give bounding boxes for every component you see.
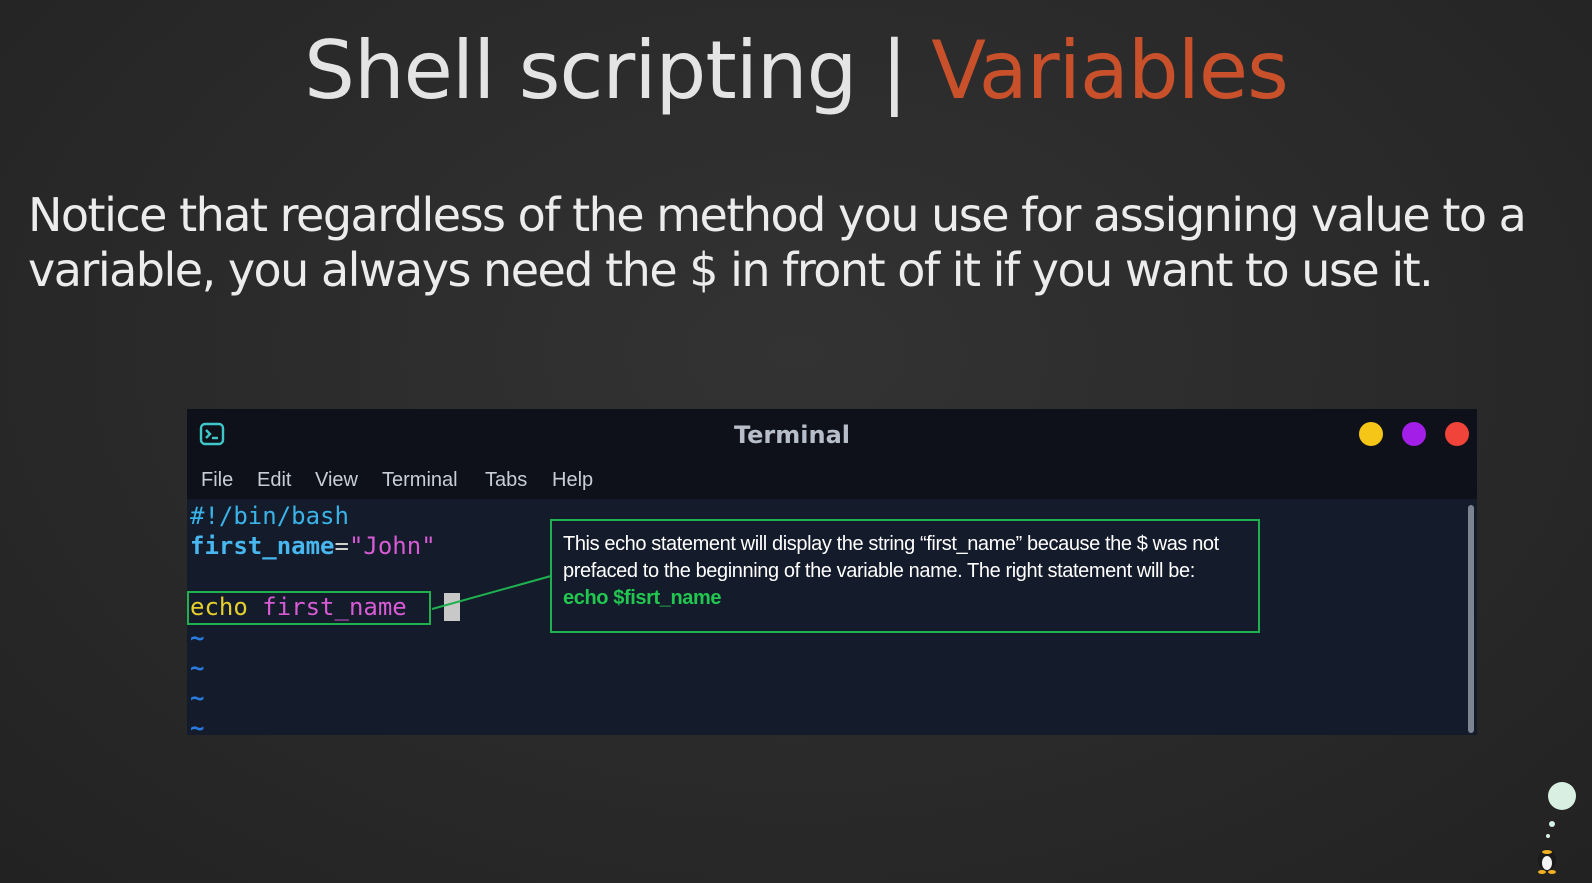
empty-line-marker: ~ (190, 684, 205, 712)
terminal-scrollbar[interactable] (1468, 505, 1474, 733)
text-cursor (444, 593, 460, 621)
terminal-titlebar[interactable]: Terminal (187, 409, 1477, 465)
minimize-button[interactable] (1359, 422, 1383, 446)
menu-tabs[interactable]: Tabs (485, 469, 527, 492)
empty-line-marker: ~ (190, 624, 205, 652)
menu-edit[interactable]: Edit (257, 469, 291, 492)
code-line-assignment: first_name="John" (190, 531, 436, 561)
terminal-title: Terminal (733, 421, 851, 449)
slide-subtitle: Notice that regardless of the method you… (28, 188, 1527, 297)
menu-help[interactable]: Help (552, 469, 593, 492)
close-button[interactable] (1445, 422, 1469, 446)
menu-view[interactable]: View (315, 469, 358, 492)
empty-line-marker: ~ (190, 714, 205, 735)
callout-text: This echo statement will display the str… (563, 533, 1219, 582)
tux-penguin-icon (1538, 782, 1576, 874)
slide-title: Shell scripting | Variables (0, 24, 1592, 117)
callout-code: echo $fisrt_name (563, 587, 722, 609)
code-var-name: first_name (190, 532, 335, 560)
code-equals: = (334, 532, 349, 560)
maximize-button[interactable] (1402, 422, 1426, 446)
code-line-shebang: #!/bin/bash (190, 502, 349, 530)
annotation-callout: This echo statement will display the str… (550, 519, 1260, 633)
slide-title-main: Shell scripting | (304, 24, 932, 117)
empty-line-marker: ~ (190, 654, 205, 682)
menu-file[interactable]: File (201, 469, 233, 492)
menu-terminal[interactable]: Terminal (382, 469, 458, 492)
code-var-value: "John" (348, 532, 436, 560)
menu-bar: File Edit View Terminal Tabs Help (187, 465, 1477, 499)
slide-title-accent: Variables (931, 24, 1289, 117)
echo-highlight-box (187, 591, 431, 625)
